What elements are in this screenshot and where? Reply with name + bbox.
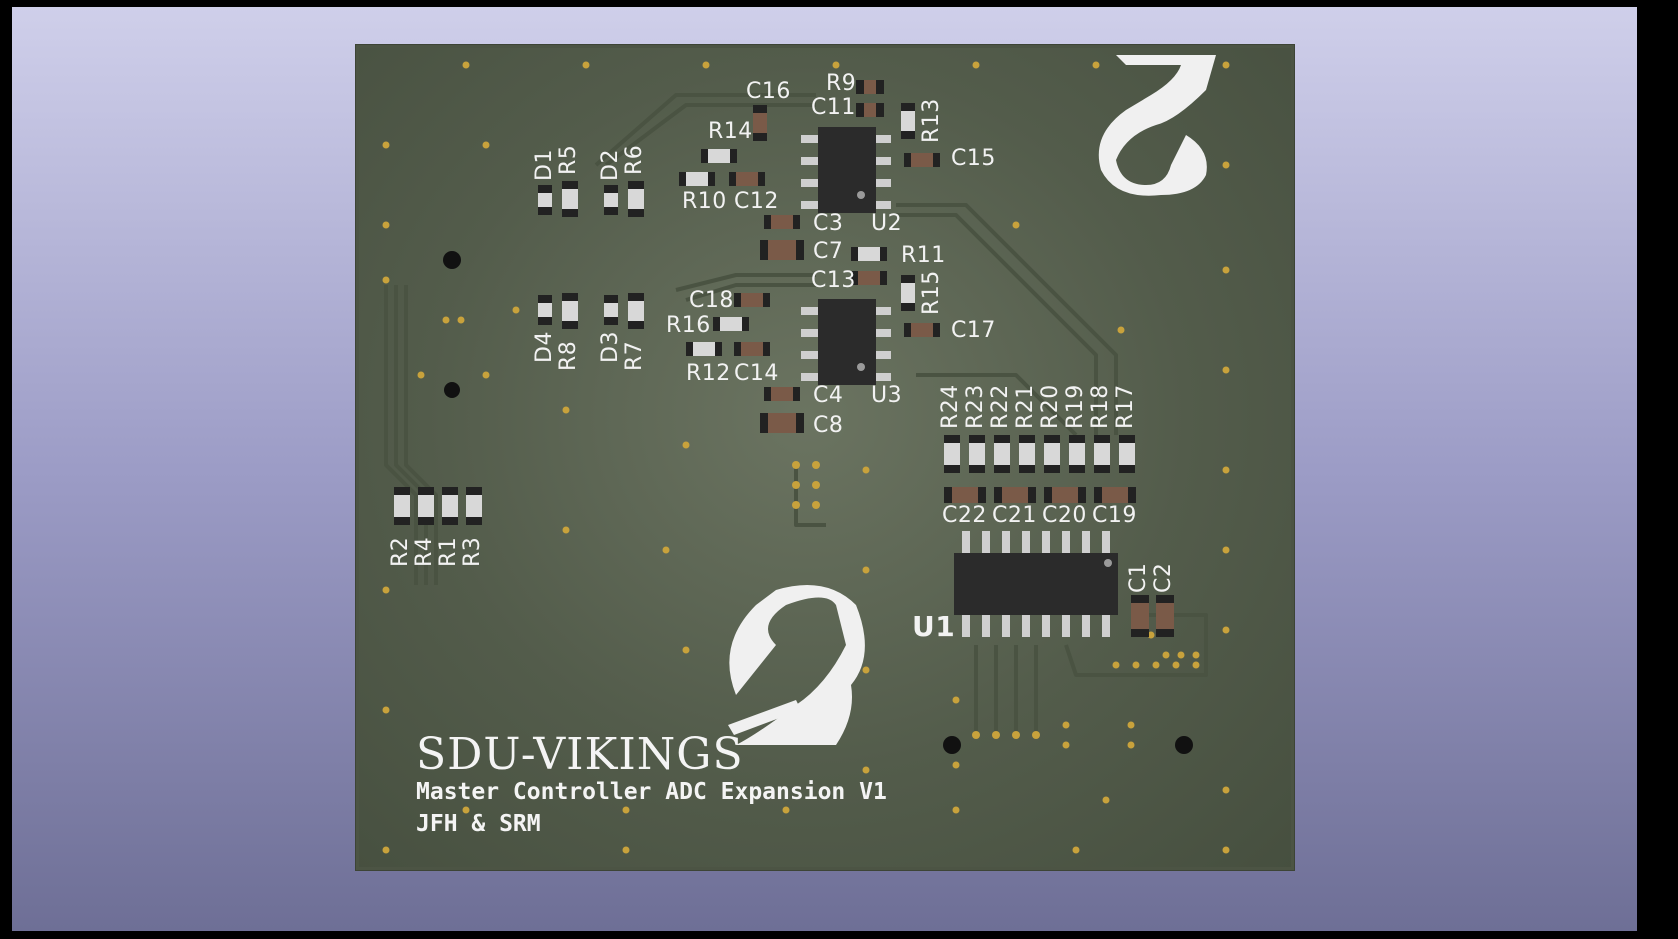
label-r14: R14 [708,119,753,144]
board-title: Master Controller ADC Expansion V1 [416,779,887,805]
label-r9: R9 [826,71,857,96]
label-c16: C16 [746,79,791,104]
u3-chip [801,299,891,385]
label-r22: R22 [988,384,1013,429]
label-c15: C15 [951,146,996,171]
label-u1: U1 [912,610,956,643]
label-r1: R1 [436,536,461,567]
label-d1: D1 [532,149,557,181]
brand-logo-text: SDU-VIKINGS [416,729,744,780]
label-r7: R7 [622,340,647,371]
label-d2: D2 [598,149,623,181]
label-c13: C13 [811,268,856,293]
vikings-helmet-logo-large [728,585,865,745]
label-c14: C14 [734,361,779,386]
label-c18: C18 [689,288,734,313]
label-u3: U3 [871,383,903,408]
label-r3: R3 [460,536,485,567]
label-r24: R24 [938,384,963,429]
label-r20: R20 [1038,384,1063,429]
label-r2: R2 [388,536,413,567]
label-r21: R21 [1013,384,1038,429]
label-c4: C4 [813,383,844,408]
pcb-board: C16 R9 C11 R13 R14 C15 D1 R5 D2 R6 R10 C… [356,45,1294,870]
label-c1: C1 [1126,562,1151,593]
label-d4: D4 [532,331,557,363]
label-r10: R10 [682,189,727,214]
label-r13: R13 [919,98,944,143]
label-r17: R17 [1113,384,1138,429]
label-c11: C11 [811,95,856,120]
label-c17: C17 [951,318,996,343]
board-authors: JFH & SRM [416,811,541,837]
u1-chip [954,531,1118,637]
u2-chip [801,127,891,213]
label-r18: R18 [1088,384,1113,429]
label-c7: C7 [813,239,844,264]
label-c19: C19 [1092,503,1137,528]
label-r23: R23 [963,384,988,429]
label-r6: R6 [622,144,647,175]
label-c8: C8 [813,413,844,438]
label-u2: U2 [871,211,903,236]
3d-viewer-viewport[interactable]: C16 R9 C11 R13 R14 C15 D1 R5 D2 R6 R10 C… [12,7,1637,931]
label-r15: R15 [919,270,944,315]
label-r11: R11 [901,243,946,268]
label-r12: R12 [686,361,731,386]
label-r4: R4 [412,536,437,567]
label-c3: C3 [813,211,844,236]
label-c22: C22 [942,503,987,528]
label-c21: C21 [992,503,1037,528]
label-c2: C2 [1151,562,1176,593]
label-r16: R16 [666,313,711,338]
label-r5: R5 [556,144,581,175]
label-r8: R8 [556,340,581,371]
label-r19: R19 [1063,384,1088,429]
label-c20: C20 [1042,503,1087,528]
vikings-helmet-logo-small [1098,55,1216,196]
label-c12: C12 [734,189,779,214]
label-d3: D3 [598,331,623,363]
